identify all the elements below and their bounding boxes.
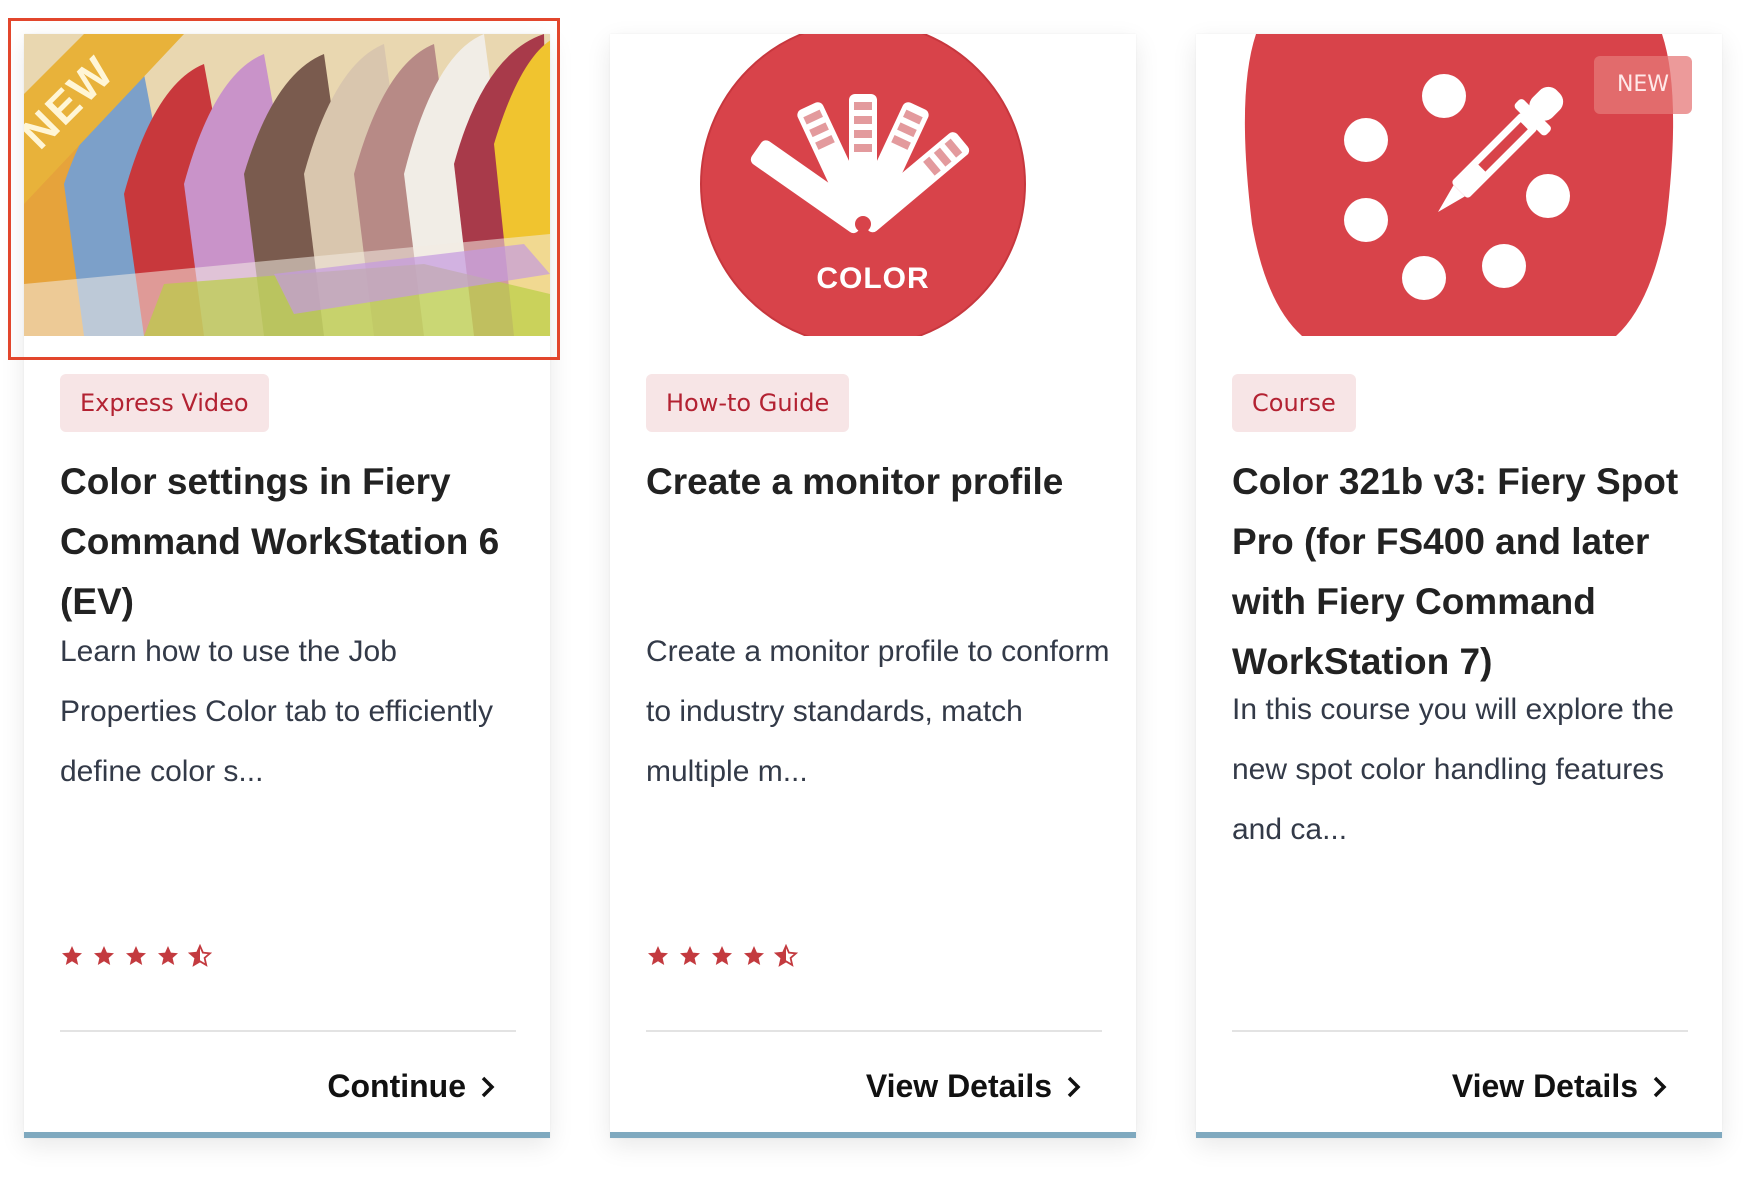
cta-label: View Details xyxy=(1451,1068,1638,1104)
chevron-right-icon xyxy=(1653,1076,1667,1097)
half-star-icon xyxy=(188,944,212,967)
chevron-right-icon xyxy=(1067,1076,1081,1097)
card-title[interactable]: Create a monitor profile xyxy=(646,452,1116,512)
content-type-tag: Course xyxy=(1232,374,1356,432)
star-icon xyxy=(712,946,732,965)
cta-label: View Details xyxy=(865,1068,1052,1104)
card-description: Learn how to use the Job Properties Colo… xyxy=(60,635,493,788)
card-description: Create a monitor profile to conform to i… xyxy=(646,635,1110,788)
content-type-tag: How-to Guide xyxy=(646,374,850,432)
course-card[interactable]: NEW Course Color 321b v3: Fiery Spot Pro… xyxy=(1196,34,1722,1138)
half-star-icon xyxy=(774,944,798,967)
view-details-button[interactable]: View Details xyxy=(1452,1068,1668,1105)
course-card[interactable]: COLOR How-to Guide Create a monitor prof… xyxy=(610,34,1136,1138)
content-type-tag: Express Video xyxy=(60,374,269,432)
card-title[interactable]: Color settings in Fiery Command WorkStat… xyxy=(60,452,530,632)
view-details-button[interactable]: View Details xyxy=(866,1068,1082,1105)
card-thumbnail-color[interactable]: COLOR xyxy=(610,34,1136,336)
star-icon xyxy=(62,946,82,965)
course-card[interactable]: NEW Express Video Color settings in Fier… xyxy=(24,34,550,1138)
star-icon xyxy=(744,946,764,965)
new-badge: NEW xyxy=(1594,56,1692,114)
star-icon xyxy=(94,946,114,965)
card-title[interactable]: Color 321b v3: Fiery Spot Pro (for FS400… xyxy=(1232,452,1702,692)
card-divider xyxy=(1232,1030,1688,1032)
rating-stars xyxy=(60,944,212,968)
star-icon xyxy=(126,946,146,965)
star-icon xyxy=(680,946,700,965)
rating-stars xyxy=(646,944,798,968)
card-thumbnail-books[interactable]: NEW xyxy=(24,34,550,336)
cta-label: Continue xyxy=(327,1068,466,1104)
star-icon xyxy=(158,946,178,965)
card-description: In this course you will explore the new … xyxy=(1232,693,1674,846)
media-label: COLOR xyxy=(816,262,930,295)
chevron-right-icon xyxy=(481,1076,495,1097)
continue-button[interactable]: Continue xyxy=(327,1068,496,1105)
card-divider xyxy=(60,1030,516,1032)
star-icon xyxy=(648,946,668,965)
card-divider xyxy=(646,1030,1102,1032)
card-thumbnail-spot[interactable]: NEW xyxy=(1196,34,1722,336)
